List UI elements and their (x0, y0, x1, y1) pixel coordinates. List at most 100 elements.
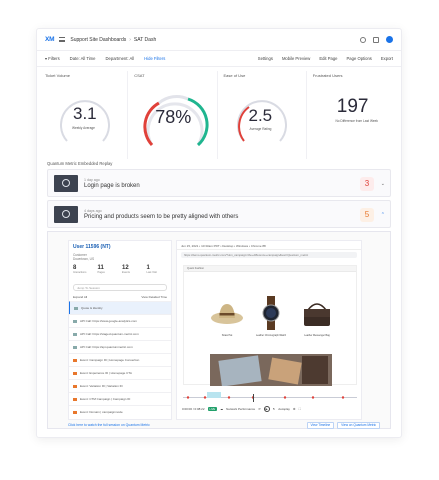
top-bar: XM Support Site Dashboards › SAT Dash (37, 29, 401, 51)
play-button[interactable]: ▶ (263, 406, 270, 412)
export-button[interactable]: Export (381, 56, 393, 61)
card-text: Login page is broken (84, 182, 140, 189)
product-name: Straw Hat (221, 334, 233, 337)
forward-icon[interactable]: ↻ (273, 407, 276, 411)
widget-value: 197 (336, 96, 369, 117)
mobile-preview-button[interactable]: Mobile Preview (282, 56, 310, 61)
hero-photo (210, 354, 332, 386)
event-label: Event: Domain | campaignmode (80, 410, 123, 415)
event-item[interactable]: API Call: https://www.google-analytics.c… (69, 314, 171, 327)
event-icon (73, 319, 77, 323)
watch-image (262, 296, 280, 330)
filters-toggle[interactable]: ▾ Filters (45, 56, 60, 61)
event-item[interactable]: Event: Variation ID | Variation ID (69, 379, 171, 392)
widget-ease-of-use[interactable]: Ease of Use 2.5 Average Rating (222, 71, 307, 159)
replay-url: https://demo.quantum-metric.com/?utm_cam… (181, 252, 357, 258)
view-timeline-button[interactable]: View Timeline (306, 421, 335, 429)
stat: 12 Events (122, 265, 143, 274)
breadcrumb[interactable]: Support Site Dashboards (70, 37, 126, 43)
menu-icon[interactable] (59, 37, 66, 42)
page-options-button[interactable]: Page Options (347, 56, 372, 61)
event-icon (73, 371, 77, 375)
network-toggle[interactable]: Network Performance (226, 407, 255, 411)
card-time: 1 day ago (84, 177, 100, 182)
dashboard-window: XM Support Site Dashboards › SAT Dash ▾ … (36, 28, 402, 438)
event-icon (73, 384, 77, 388)
help-icon[interactable] (360, 36, 366, 43)
event-item[interactable]: API Call: https://staged.quantum-metric.… (69, 327, 171, 340)
widget-value: 3.1 (73, 104, 97, 123)
event-label: API Call: https://staged.quantum-metric.… (80, 332, 139, 337)
notification-icon[interactable] (373, 36, 379, 43)
replay-footer: Click here to watch the full session on … (68, 421, 380, 429)
chevron-up-icon[interactable]: ⌃ (381, 212, 385, 218)
filter-bar: ▾ Filters Date: All Time Department: All… (37, 51, 401, 67)
fullscreen-icon[interactable]: ⛶ (299, 407, 301, 411)
event-label: Event: Campaign ID | Homepage Convertion (80, 358, 140, 363)
settings-button[interactable]: Settings (258, 56, 273, 61)
stat-label: Interactions (73, 271, 87, 275)
time-display: 0:00:00 / 0:08:22 (182, 407, 205, 411)
shop-tab: Quant Fashion (184, 266, 356, 272)
replay-panel: User 11596 (NT) Customer Downtown, US 8I… (47, 231, 391, 429)
stat: 11 Pages (98, 265, 119, 274)
widget-caption: Average Rating (249, 127, 272, 131)
card-time: 4 days ago (84, 208, 102, 213)
filter-department[interactable]: Department: All (106, 56, 135, 61)
live-badge: LIVE (207, 407, 218, 411)
widget-value: 2.5 (248, 106, 273, 125)
event-label: API Call: https://www.google-analytics.c… (80, 319, 137, 324)
replay-timeline[interactable] (183, 392, 357, 402)
widget-csat[interactable]: CSAT 78% (132, 71, 218, 159)
event-icon (74, 306, 78, 310)
event-item[interactable]: Event: CTM Campaign | Campaign ID (69, 392, 171, 405)
dashboard-selector[interactable]: SAT Dash (134, 37, 156, 43)
full-session-link[interactable]: Click here to watch the full session on … (68, 423, 150, 427)
filters-label: Filters (48, 56, 60, 61)
session-user: User 11596 (NT) (73, 244, 111, 250)
session-sidebar: User 11596 (NT) Customer Downtown, US 8I… (68, 240, 172, 420)
hide-filters-link[interactable]: Hide Filters (144, 56, 165, 61)
edit-page-button[interactable]: Edit Page (319, 56, 337, 61)
feedback-card[interactable]: 1 day ago Login page is broken 3 ⌄ (47, 169, 391, 197)
widget-caption: No Difference from Last Week (335, 119, 379, 123)
event-label: API Call: https://api.quantummetric.com (80, 345, 133, 350)
stat-label: Events (122, 271, 130, 275)
stat-label: Last Visit (146, 271, 157, 275)
straw-hat-image (211, 304, 243, 324)
event-icon (73, 345, 77, 349)
chevron-down-icon[interactable]: ⌄ (381, 181, 385, 187)
widget-value: 78% (155, 107, 192, 127)
event-item[interactable]: Event: Experience ID | Homepage CTA (69, 366, 171, 379)
stat-label: Pages (97, 271, 105, 275)
brand-logo: XM (45, 36, 55, 43)
player-controls: 0:00:00 / 0:08:22 LIVE ☁ Network Perform… (179, 403, 361, 415)
event-item[interactable]: API Call: https://api.quantummetric.com (69, 340, 171, 353)
rewind-icon[interactable]: ↺ (258, 407, 261, 411)
expand-all-link[interactable]: Expand All (73, 295, 87, 299)
feedback-card[interactable]: 4 days ago Pricing and products seem to … (47, 200, 391, 228)
event-label: Quote & Identity (81, 306, 103, 311)
widget-ticket-volume[interactable]: Ticket Volume 3.1 Weekly Average (43, 71, 129, 159)
widget-row: Ticket Volume 3.1 Weekly Average CSAT 78… (37, 67, 401, 159)
event-label: Event: Variation ID | Variation ID (80, 384, 123, 389)
view-on-quantum-metric-button[interactable]: View on Quantum Metric (337, 421, 380, 429)
event-icon (73, 410, 77, 414)
quantum-logo (54, 174, 78, 192)
autoplay-toggle[interactable]: Autoplay (278, 407, 290, 411)
speed-icon[interactable]: ⚙ (293, 407, 296, 411)
replay-viewer: Jun 15, 2021 • 10:33am PDT • Desktop • W… (176, 240, 362, 420)
stat: 1 Last Visit (147, 265, 168, 274)
product-name: Leather Messenger Bag (304, 334, 330, 337)
network-icon: ☁ (220, 407, 224, 411)
widget-caption: Weekly Average (72, 126, 95, 130)
view-detailed-link[interactable]: View Detailed Time (141, 295, 167, 299)
session-search-input[interactable]: Jump To Session (73, 284, 167, 292)
event-item[interactable]: Quote & Identity (69, 301, 171, 315)
event-icon (73, 358, 77, 362)
widget-frustrated-users[interactable]: Frustrated Users 197 No Difference from … (311, 71, 395, 159)
event-item[interactable]: Event: Domain | campaignmode (69, 405, 171, 418)
event-item[interactable]: Event: Campaign ID | Homepage Convertion (69, 353, 171, 366)
filter-date[interactable]: Date: All Time (70, 56, 96, 61)
avatar[interactable] (386, 36, 393, 43)
